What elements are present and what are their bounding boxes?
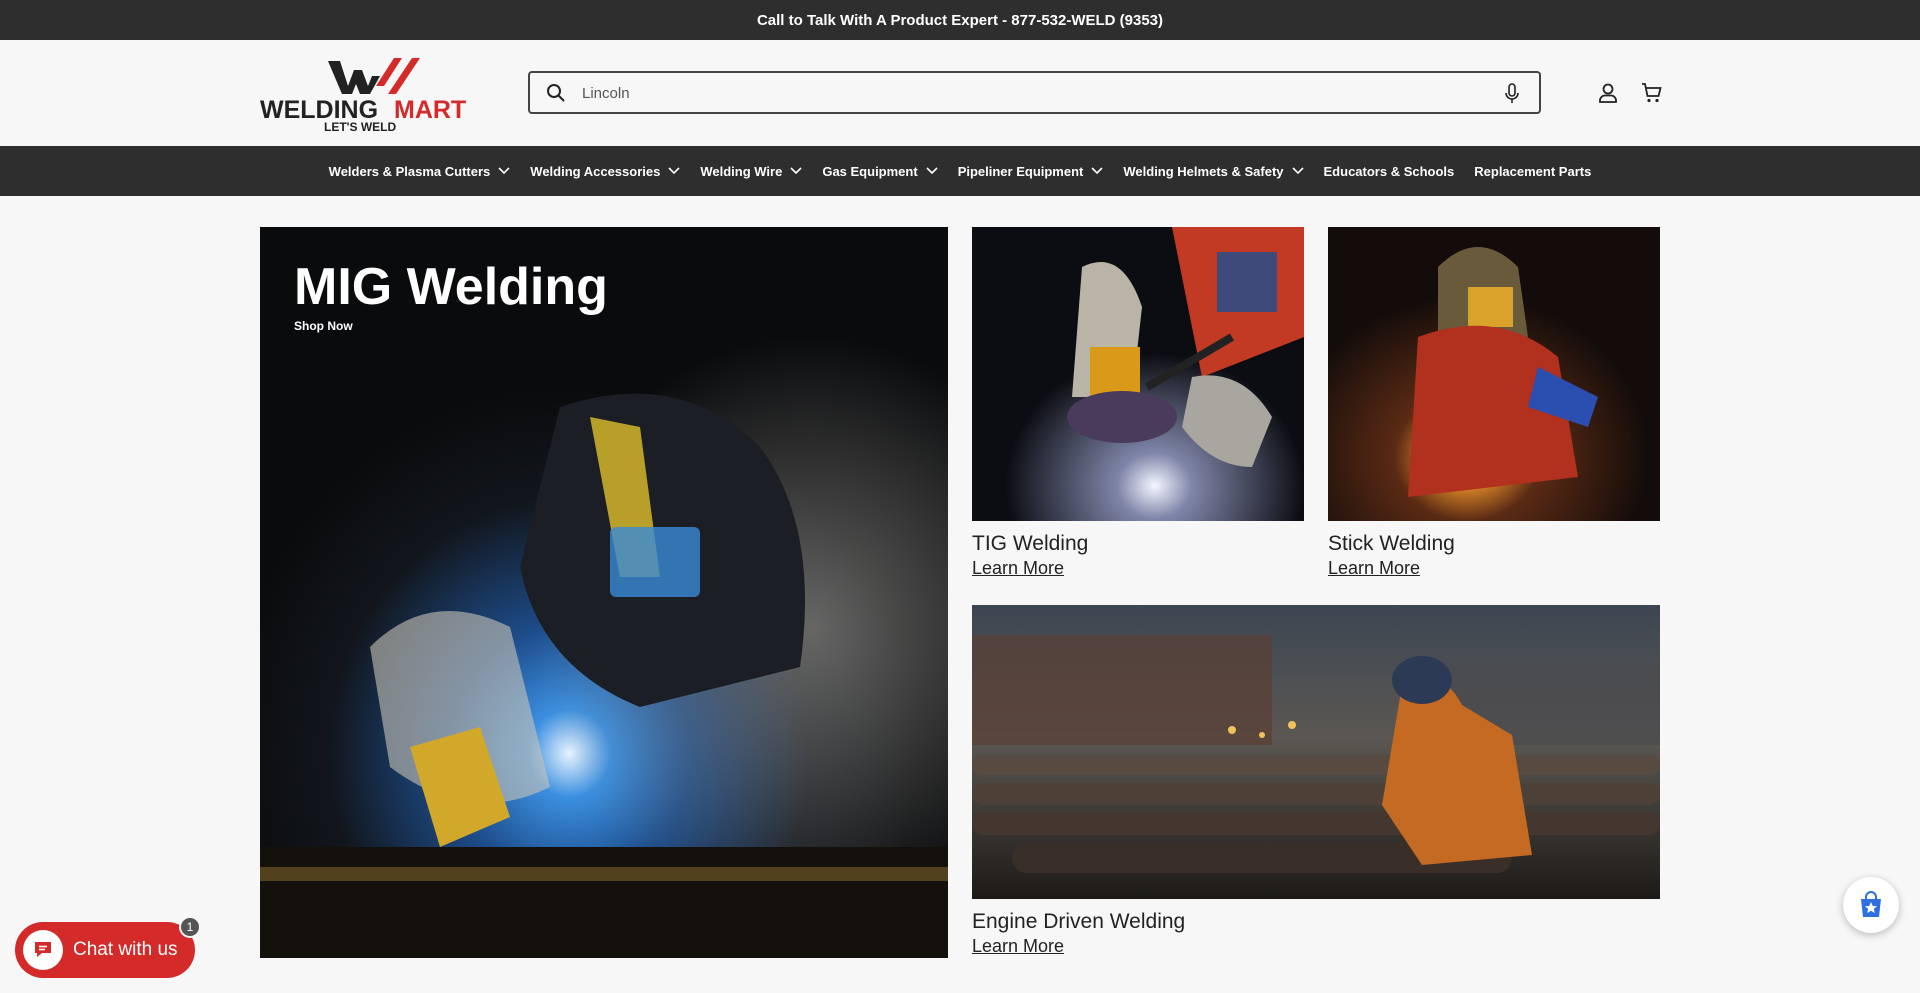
site-header: WELDING MART LET'S WELD	[0, 40, 1920, 146]
engine-driven-welding-image	[972, 605, 1660, 899]
chat-notification-badge: 1	[179, 916, 201, 938]
hero-title: MIG Welding	[294, 258, 608, 316]
logo-mark: WELDING MART LET'S WELD	[260, 58, 466, 134]
tig-welding-title: TIG Welding	[972, 532, 1089, 555]
tig-welding-image	[972, 227, 1304, 521]
engine-driven-welding-image-tile[interactable]	[972, 605, 1660, 899]
nav-item-gas-equipment[interactable]: Gas Equipment	[822, 163, 938, 179]
cart-icon[interactable]	[1640, 81, 1664, 105]
stick-welding-learn-more[interactable]: Learn More	[1328, 558, 1420, 579]
chevron-down-icon	[1091, 167, 1103, 175]
chevron-down-icon	[926, 167, 938, 175]
nav-item-label: Replacement Parts	[1474, 163, 1592, 179]
search-input[interactable]	[582, 79, 1462, 107]
chevron-down-icon	[1291, 167, 1304, 175]
tig-welding-learn-more[interactable]: Learn More	[972, 558, 1064, 579]
announcement-text: Call to Talk With A Product Expert - 877…	[756, 11, 1164, 29]
search-icon[interactable]	[546, 83, 566, 103]
announcement-bar: Call to Talk With A Product Expert - 877…	[0, 0, 1920, 40]
nav-item-label: Welders & Plasma Cutters	[328, 163, 491, 179]
tig-welding-image-tile[interactable]	[972, 227, 1304, 521]
nav-item-label: Educators & Schools	[1323, 163, 1455, 179]
rewards-widget-button[interactable]	[1843, 877, 1899, 933]
nav-item-welding-accessories[interactable]: Welding Accessories	[530, 164, 680, 179]
shop-now-link[interactable]: Shop Now	[294, 319, 353, 333]
nav-item-label: Gas Equipment	[822, 163, 918, 179]
chat-label: Chat with us	[73, 939, 178, 960]
logo-tagline: LET'S WELD	[324, 120, 397, 132]
nav-item-label: Welding Accessories	[530, 163, 661, 179]
search-bar[interactable]	[528, 71, 1541, 114]
account-icon[interactable]	[1596, 81, 1620, 105]
nav-item-welders-plasma-cutters[interactable]: Welders & Plasma Cutters	[329, 164, 511, 179]
logo-brand-accent: MART	[394, 96, 466, 124]
nav-item-welding-helmets-safety[interactable]: Welding Helmets & Safety	[1123, 163, 1304, 179]
chat-button[interactable]: Chat with us 1	[15, 916, 201, 978]
hero-mig-welding[interactable]: MIG Welding Shop Now	[260, 227, 948, 958]
chat-bubble-icon	[23, 930, 63, 970]
chevron-down-icon	[498, 167, 510, 175]
engine-driven-welding-title: Engine Driven Welding	[972, 910, 1186, 933]
nav-item-welding-wire[interactable]: Welding Wire	[700, 164, 802, 179]
nav-item-pipeliner-equipment[interactable]: Pipeliner Equipment	[958, 164, 1104, 179]
main-navigation: Welders & Plasma Cutters Welding Accesso…	[0, 146, 1920, 196]
nav-item-label: Welding Helmets & Safety	[1123, 163, 1284, 179]
stick-welding-image	[1328, 227, 1660, 521]
microphone-icon[interactable]	[1503, 83, 1521, 105]
site-logo[interactable]: WELDING MART LET'S WELD	[260, 56, 482, 134]
nav-item-label: Pipeliner Equipment	[957, 163, 1084, 179]
nav-item-educators-schools[interactable]: Educators & Schools	[1324, 164, 1455, 179]
stick-welding-image-tile[interactable]	[1328, 227, 1660, 521]
nav-item-label: Welding Wire	[700, 163, 783, 179]
mig-welding-image	[260, 227, 948, 958]
shopping-bag-star-icon	[1861, 891, 1881, 917]
chevron-down-icon	[790, 167, 802, 175]
chevron-down-icon	[668, 167, 680, 175]
nav-item-replacement-parts[interactable]: Replacement Parts	[1474, 164, 1591, 179]
stick-welding-title: Stick Welding	[1328, 532, 1455, 555]
engine-driven-welding-learn-more[interactable]: Learn More	[972, 936, 1064, 957]
